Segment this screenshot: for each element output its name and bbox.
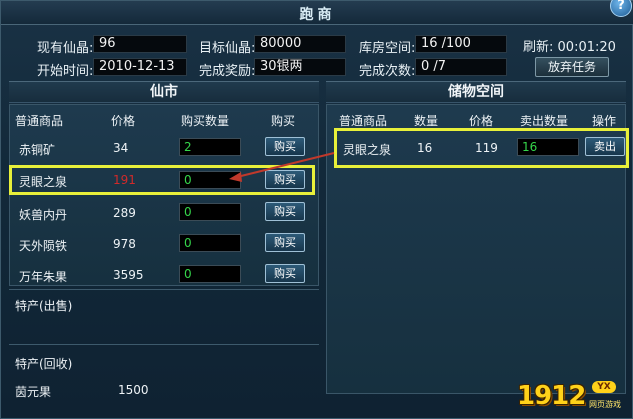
logo-badge: YX xyxy=(592,381,616,393)
arrow-annotation xyxy=(229,152,335,182)
logo-tagline: 网页游戏 xyxy=(589,400,621,409)
trade-window: 跑商 ? 现有仙晶: 96 目标仙晶: 80000 库房空间: 16 /100 … xyxy=(0,0,633,419)
logo-number: 1912 xyxy=(517,381,586,411)
brand-logo: 1912 YX 网页游戏 xyxy=(517,381,629,415)
